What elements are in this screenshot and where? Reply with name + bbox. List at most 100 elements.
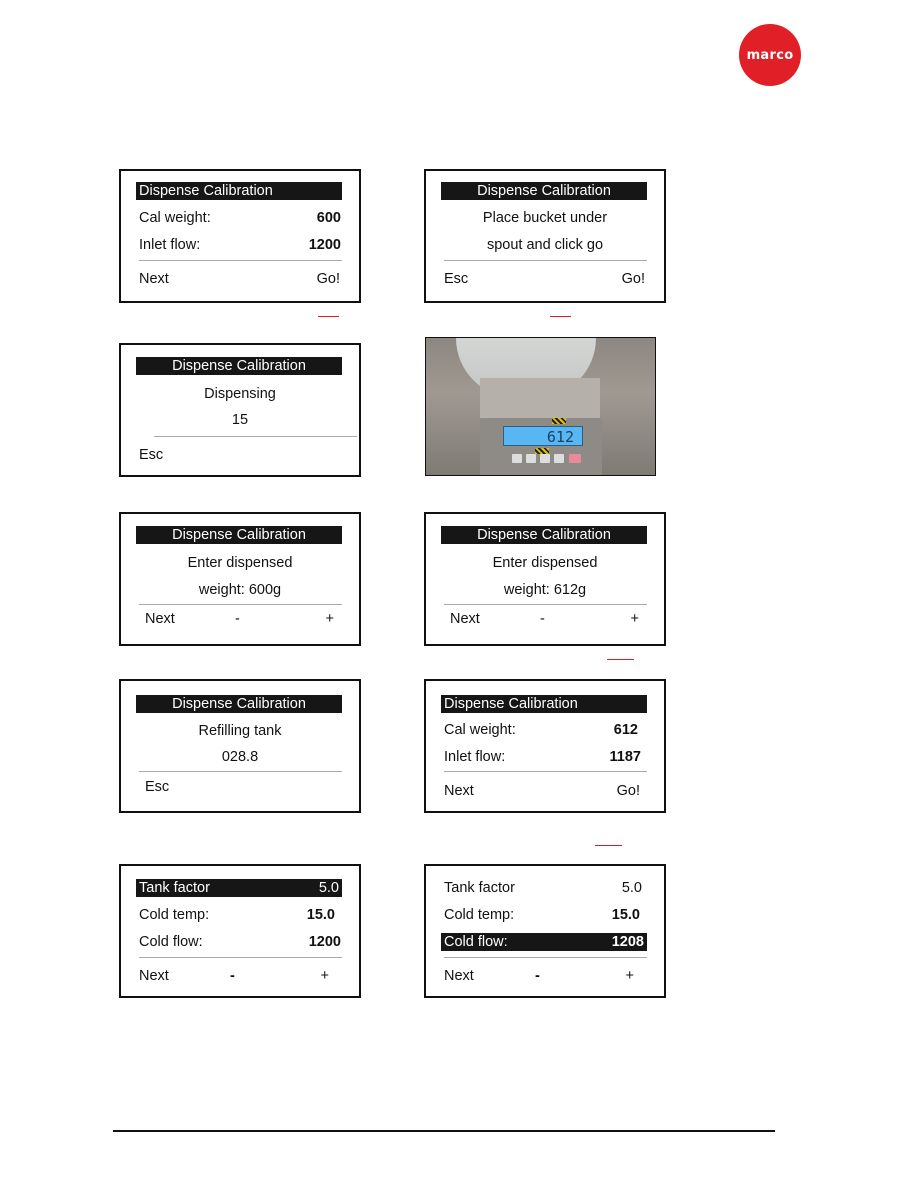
next-softkey[interactable]: Next: [444, 782, 474, 800]
esc-softkey[interactable]: Esc: [145, 778, 169, 796]
hazard-stripe: [552, 418, 566, 424]
decrement-softkey[interactable]: -: [235, 610, 240, 628]
increment-softkey[interactable]: +: [631, 610, 639, 628]
divider: [444, 771, 647, 772]
decrement-softkey[interactable]: -: [540, 610, 545, 628]
row-label: Cold temp:: [444, 907, 515, 923]
divider: [444, 260, 647, 261]
red-underline-mark: [595, 845, 622, 846]
divider: [139, 260, 342, 261]
screen-title: Dispense Calibration: [136, 182, 342, 200]
esc-softkey[interactable]: Esc: [444, 270, 468, 288]
next-softkey[interactable]: Next: [139, 967, 169, 985]
screen-dispensing: Dispense Calibration Dispensing 15 Esc: [119, 343, 361, 477]
row-value: 1208: [611, 934, 644, 950]
screen-enter-weight-600: Dispense Calibration Enter dispensed wei…: [119, 512, 361, 646]
screen-cal-settings-updated: Dispense Calibration Cal weight: 612 Inl…: [424, 679, 666, 813]
row-inlet-flow: Inlet flow: 1200: [139, 236, 341, 254]
divider: [139, 957, 342, 958]
row-value: 1187: [609, 749, 641, 765]
divider: [139, 771, 342, 772]
esc-softkey[interactable]: Esc: [139, 446, 163, 464]
prompt-line-1: Enter dispensed: [492, 555, 598, 571]
screen-title: Dispense Calibration: [136, 695, 342, 713]
scale-display: 612: [503, 426, 583, 446]
row-cal-weight: Cal weight: 600: [139, 209, 341, 227]
scale-key: [569, 454, 581, 463]
increment-softkey[interactable]: +: [326, 610, 334, 628]
marco-logo: marco: [739, 24, 801, 86]
row-label: Cold temp:: [139, 907, 210, 923]
row-tank-factor[interactable]: Tank factor 5.0: [444, 879, 642, 897]
screen-title: Dispense Calibration: [441, 182, 647, 200]
divider: [444, 957, 647, 958]
next-softkey[interactable]: Next: [450, 610, 480, 628]
go-softkey[interactable]: Go!: [622, 270, 645, 288]
screen-tank-settings-tank-factor: Tank factor 5.0 Cold temp: 15.0 Cold flo…: [119, 864, 361, 998]
row-label: Tank factor: [444, 880, 515, 896]
row-label: Inlet flow:: [444, 749, 506, 765]
screen-refilling-tank: Dispense Calibration Refilling tank 028.…: [119, 679, 361, 813]
weight-value[interactable]: weight: 600g: [121, 581, 359, 599]
row-value: 15.0: [306, 907, 335, 923]
screen-title: Dispense Calibration: [441, 695, 647, 713]
scale-platter: [480, 378, 600, 418]
scale-key: [526, 454, 536, 463]
row-value: 15.0: [611, 907, 640, 923]
weight-value[interactable]: weight: 612g: [426, 581, 664, 599]
divider: [444, 604, 647, 605]
decrement-softkey[interactable]: -: [230, 967, 235, 985]
go-softkey[interactable]: Go!: [317, 270, 340, 288]
scale-key: [554, 454, 564, 463]
row-value: 1200: [308, 934, 341, 950]
footer-divider: [113, 1130, 775, 1132]
screen-title: Dispense Calibration: [441, 526, 647, 544]
next-softkey[interactable]: Next: [444, 967, 474, 985]
screen-cal-settings-initial: Dispense Calibration Cal weight: 600 Inl…: [119, 169, 361, 303]
red-underline-mark: [550, 316, 571, 317]
row-label: Cold flow:: [444, 934, 508, 950]
divider: [154, 436, 357, 437]
row-value: 5.0: [318, 880, 339, 896]
go-softkey[interactable]: Go!: [617, 782, 640, 800]
row-inlet-flow: Inlet flow: 1187: [444, 748, 641, 766]
row-label: Tank factor: [139, 880, 210, 896]
row-cold-flow-selected[interactable]: Cold flow: 1208: [441, 933, 647, 951]
screen-tank-settings-cold-flow: Tank factor 5.0 Cold temp: 15.0 Cold flo…: [424, 864, 666, 998]
dispense-counter: 15: [231, 412, 249, 428]
row-value: 1200: [308, 237, 341, 253]
instruction-line-2: spout and click go: [486, 237, 604, 253]
increment-softkey[interactable]: +: [321, 967, 329, 985]
next-softkey[interactable]: Next: [145, 610, 175, 628]
row-tank-factor-selected[interactable]: Tank factor 5.0: [136, 879, 342, 897]
row-cold-flow[interactable]: Cold flow: 1200: [139, 933, 341, 951]
row-label: Cold flow:: [139, 934, 203, 950]
scale-photo: 612: [425, 337, 656, 476]
row-label: Cal weight:: [444, 722, 516, 738]
prompt-line-1: Enter dispensed: [187, 555, 293, 571]
row-label: Cal weight:: [139, 210, 211, 226]
status-text: Refilling tank: [198, 723, 282, 739]
row-value: 5.0: [621, 880, 642, 896]
red-underline-mark: [607, 659, 634, 660]
refill-counter: 028.8: [221, 749, 259, 765]
increment-softkey[interactable]: +: [626, 967, 634, 985]
row-cold-temp[interactable]: Cold temp: 15.0: [139, 906, 335, 924]
row-cold-temp[interactable]: Cold temp: 15.0: [444, 906, 640, 924]
screen-title: Dispense Calibration: [136, 526, 342, 544]
next-softkey[interactable]: Next: [139, 270, 169, 288]
red-underline-mark: [318, 316, 339, 317]
instruction-line-1: Place bucket under: [482, 210, 608, 226]
screen-enter-weight-612: Dispense Calibration Enter dispensed wei…: [424, 512, 666, 646]
status-text: Dispensing: [204, 386, 276, 402]
logo-text: marco: [746, 47, 794, 63]
screen-title: Dispense Calibration: [136, 357, 342, 375]
scale-key: [512, 454, 522, 463]
row-value: 612: [613, 722, 638, 738]
screen-place-bucket: Dispense Calibration Place bucket under …: [424, 169, 666, 303]
divider: [139, 604, 342, 605]
scale-key: [540, 454, 550, 463]
row-cal-weight: Cal weight: 612: [444, 721, 638, 739]
decrement-softkey[interactable]: -: [535, 967, 540, 985]
row-label: Inlet flow:: [139, 237, 201, 253]
